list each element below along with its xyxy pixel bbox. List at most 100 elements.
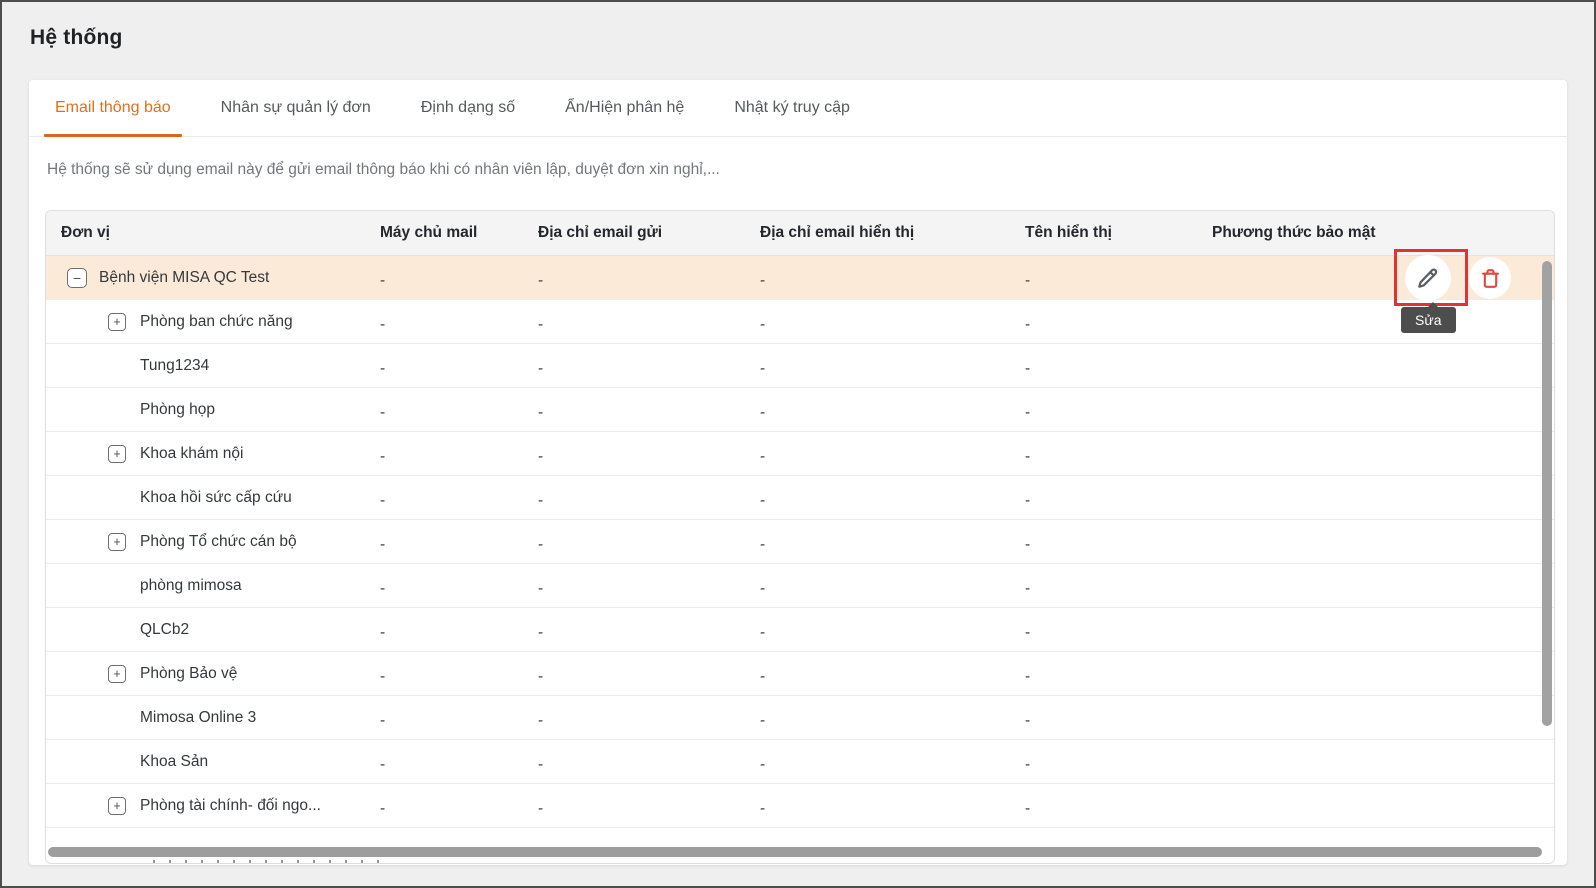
delete-button[interactable] <box>1469 257 1511 299</box>
display-name-cell: - <box>1025 712 1031 729</box>
table-row[interactable]: + Tung1234 - - - - <box>46 344 1554 388</box>
sender-email-cell: - <box>538 668 544 685</box>
mail-server-cell: - <box>380 492 386 509</box>
display-email-cell: - <box>760 580 766 597</box>
table-row[interactable]: + Phòng họp - - - - <box>46 388 1554 432</box>
unit-cell: + Mimosa Online 3 <box>46 709 380 727</box>
display-name-cell: - <box>1025 536 1031 553</box>
table-row[interactable]: + Phòng ban chức năng - - - - <box>46 300 1554 344</box>
unit-cell: + Phòng họp <box>46 401 380 419</box>
tab-request-managers[interactable]: Nhân sự quản lý đơn <box>210 80 382 136</box>
table-row[interactable]: + QLCb2 - - - - <box>46 608 1554 652</box>
sender-email-cell: - <box>538 580 544 597</box>
unit-cell: + QLCb2 <box>46 621 380 639</box>
settings-card: Email thông báo Nhân sự quản lý đơn Định d… <box>29 80 1567 865</box>
unit-name-label: Khoa Sản <box>140 753 209 770</box>
column-header: Máy chủ mail <box>380 224 478 241</box>
row-actions-cell <box>1393 696 1554 740</box>
tab-number-format[interactable]: Định dạng số <box>410 80 526 136</box>
table-row[interactable]: + phòng mimosa - - - - <box>46 564 1554 608</box>
horizontal-scrollbar-thumb[interactable] <box>48 847 1542 857</box>
tab-label: Email thông báo <box>55 99 171 116</box>
table-row[interactable]: + Phòng tài chính- đối ngo... - - - - <box>46 784 1554 828</box>
unit-cell: − Bệnh viện MISA QC Test <box>46 268 380 288</box>
edit-tooltip-label: Sửa <box>1415 312 1442 328</box>
column-header: Địa chỉ email hiển thị <box>760 224 915 241</box>
expand-toggle-icon[interactable]: − <box>67 268 87 288</box>
table-row[interactable]: + Phòng Tổ chức cán bộ - - - - <box>46 520 1554 564</box>
sender-email-cell: - <box>538 316 544 333</box>
unit-name-label: Phòng tài chính- đối ngo... <box>140 797 321 814</box>
edit-tooltip: Sửa <box>1401 302 1456 333</box>
table-row[interactable]: + Khoa Sản - - - - <box>46 740 1554 784</box>
display-email-cell: - <box>760 712 766 729</box>
display-name-cell: - <box>1025 800 1031 817</box>
row-actions-cell <box>1393 608 1554 652</box>
mail-server-cell: - <box>380 536 386 553</box>
display-name-cell: - <box>1025 756 1031 773</box>
table-row[interactable]: + Khoa hồi sức cấp cứu - - - - <box>46 476 1554 520</box>
table-header-row: Đơn vị Máy chủ mail Địa chỉ email gửi Địa c… <box>46 211 1554 256</box>
pencil-icon <box>1418 268 1438 288</box>
row-actions-cell <box>1393 344 1554 388</box>
unit-name-label: phòng mimosa <box>140 577 242 594</box>
trash-icon <box>1481 268 1499 288</box>
sender-email-cell: - <box>538 624 544 641</box>
table-row[interactable]: + Phòng Bảo vệ - - - - <box>46 652 1554 696</box>
sender-email-cell: - <box>538 360 544 377</box>
unit-name-label: Bệnh viện MISA QC Test <box>99 269 270 286</box>
expand-toggle-icon[interactable]: + <box>108 797 126 815</box>
display-email-cell: - <box>760 800 766 817</box>
tab-show-hide-modules[interactable]: Ẩn/Hiện phân hệ <box>554 80 695 136</box>
unit-cell: + Khoa hồi sức cấp cứu <box>46 489 380 507</box>
vertical-scrollbar-thumb[interactable] <box>1542 261 1552 726</box>
display-name-cell: - <box>1025 668 1031 685</box>
unit-cell: + Tung1234 <box>46 357 380 375</box>
edit-button[interactable] <box>1405 255 1451 301</box>
unit-name-label: Khoa khám nội <box>140 445 244 462</box>
row-actions-cell <box>1393 388 1554 432</box>
row-actions-cell <box>1393 432 1554 476</box>
table-row[interactable]: + Khoa khám nội - - - - <box>46 432 1554 476</box>
unit-cell: + Phòng Tổ chức cán bộ <box>46 533 380 551</box>
sender-email-cell: - <box>538 448 544 465</box>
row-actions-cell <box>1393 784 1554 828</box>
display-name-cell: - <box>1025 492 1031 509</box>
expand-toggle-icon[interactable]: + <box>108 445 126 463</box>
display-email-cell: - <box>760 360 766 377</box>
unit-cell: + Khoa khám nội <box>46 445 380 463</box>
expand-toggle-icon[interactable]: + <box>108 533 126 551</box>
mail-server-cell: - <box>380 756 386 773</box>
display-email-cell: - <box>760 492 766 509</box>
sender-email-cell: - <box>538 272 544 289</box>
row-actions-cell <box>1393 652 1554 696</box>
table-row[interactable]: − Bệnh viện MISA QC Test - - - - Sửa <box>46 249 1554 333</box>
unit-name-label: Mimosa Online 3 <box>140 709 257 726</box>
display-name-cell: - <box>1025 580 1031 597</box>
display-name-cell: - <box>1025 272 1031 289</box>
expand-toggle-icon[interactable]: + <box>108 665 126 683</box>
sender-email-cell: - <box>538 756 544 773</box>
unit-name-label: Phòng họp <box>140 401 215 418</box>
tab-label: Nhân sự quản lý đơn <box>220 99 371 116</box>
unit-name-label: QLCb2 <box>140 621 190 638</box>
sender-email-cell: - <box>538 712 544 729</box>
unit-name-label: Phòng Tổ chức cán bộ <box>140 533 297 550</box>
display-name-cell: - <box>1025 360 1031 377</box>
display-email-cell: - <box>760 316 766 333</box>
table-row[interactable]: + Mimosa Online 3 - - - - <box>46 696 1554 740</box>
display-name-cell: - <box>1025 624 1031 641</box>
display-email-cell: - <box>760 536 766 553</box>
page-title: Hệ thống <box>30 26 123 49</box>
mail-server-cell: - <box>380 580 386 597</box>
display-email-cell: - <box>760 668 766 685</box>
tab-email-notification[interactable]: Email thông báo <box>44 80 182 137</box>
sender-email-cell: - <box>538 404 544 421</box>
display-email-cell: - <box>760 404 766 421</box>
expand-toggle-icon[interactable]: + <box>108 313 126 331</box>
display-email-cell: - <box>760 624 766 641</box>
tab-access-log[interactable]: Nhật ký truy cập <box>723 80 861 136</box>
mail-server-cell: - <box>380 668 386 685</box>
app-window: Hệ thống Email thông báo Nhân sự quản lý … <box>0 0 1596 888</box>
tab-label: Nhật ký truy cập <box>734 99 850 116</box>
